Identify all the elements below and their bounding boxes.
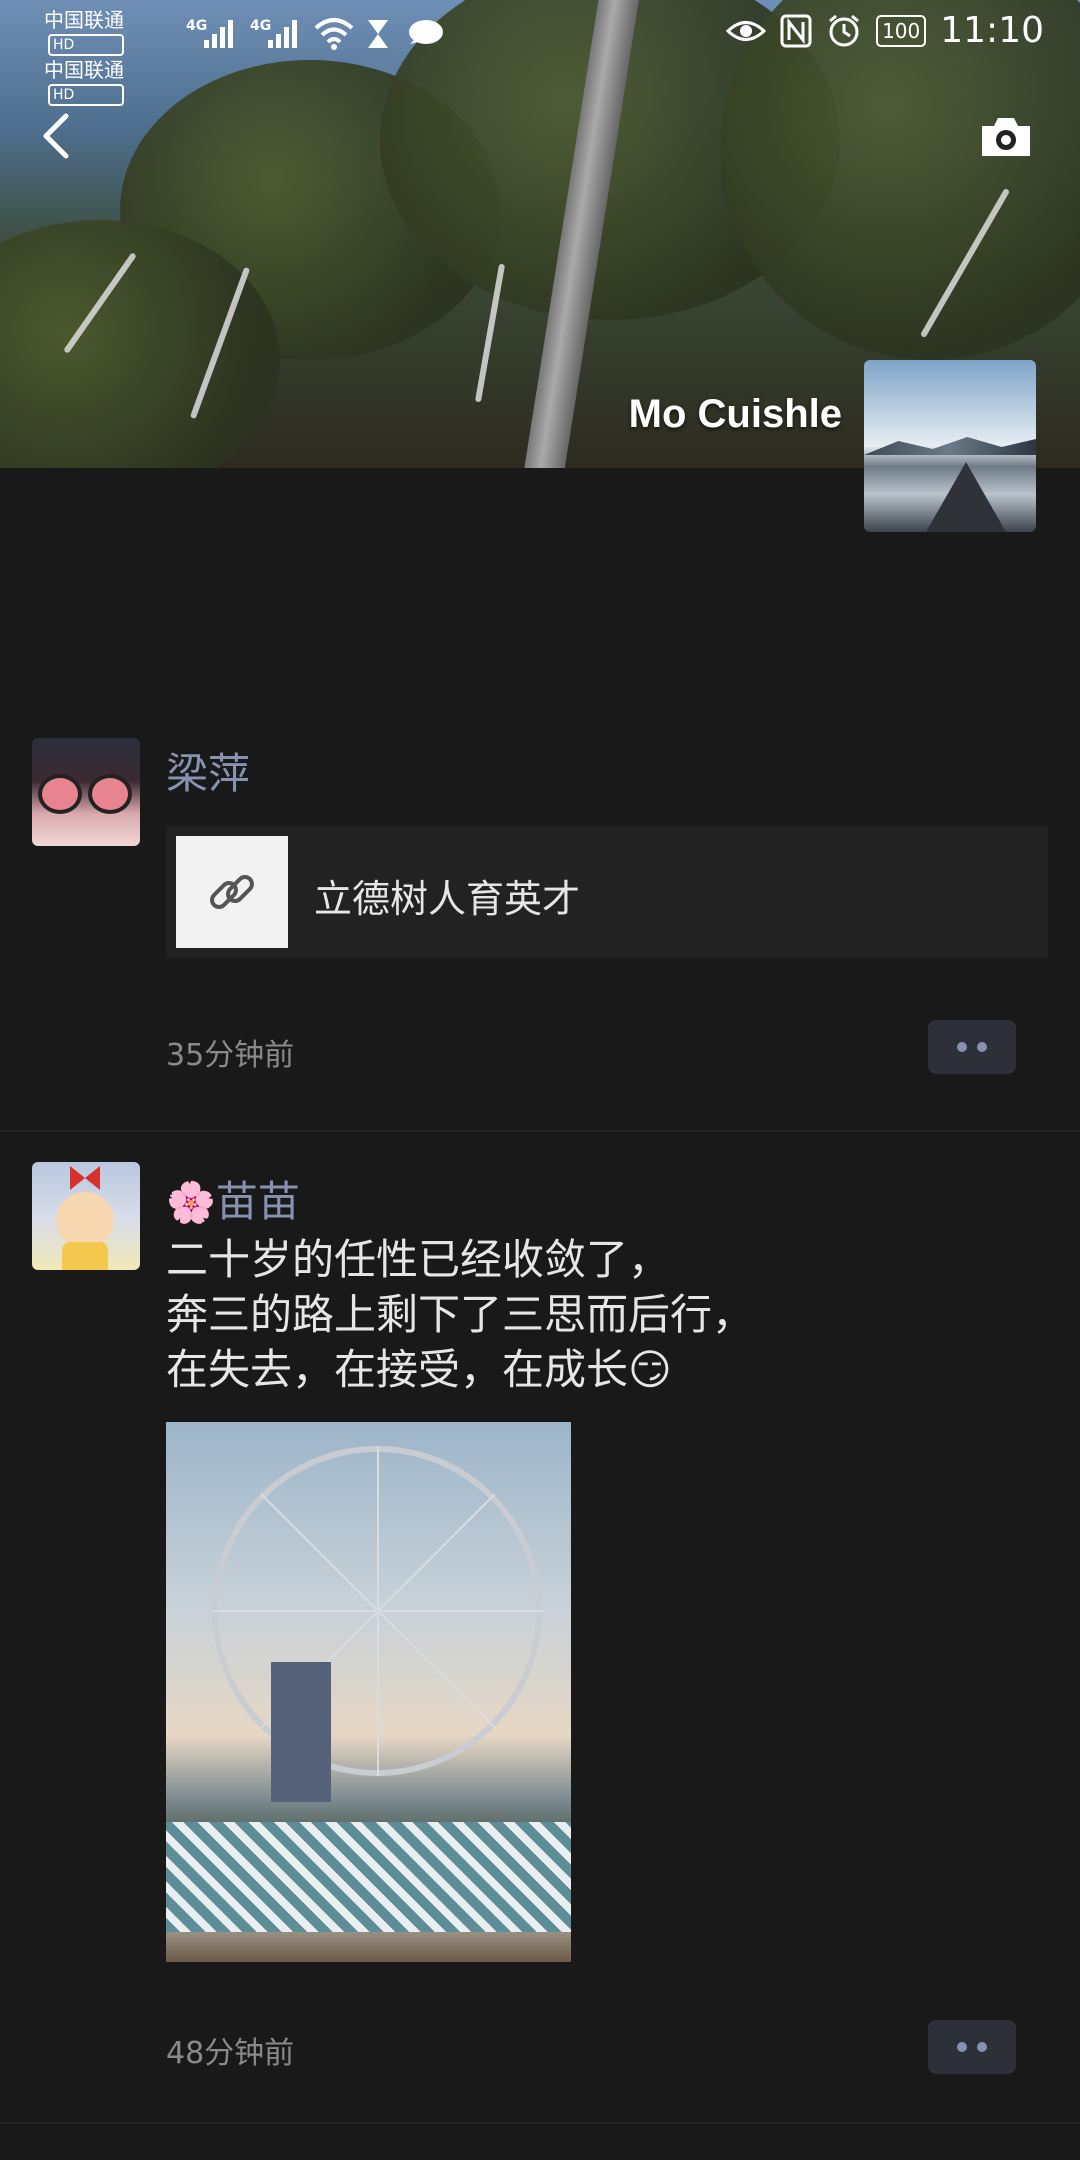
message-bubble-icon [409,20,443,44]
post-timestamp: 35分钟前 [166,1038,295,1073]
profile-avatar[interactable] [864,360,1036,532]
avatar[interactable] [32,738,140,846]
post-text: 二十岁的任性已经收敛了， 奔三的路上剩下了三思而后行， 在失去，在接受，在成长😏 [166,1235,755,1394]
eye-comfort-icon [726,20,767,41]
camera-button[interactable] [978,114,1034,160]
poster-name[interactable]: 🌸苗苗 [166,1168,300,1229]
status-bar: 中国联通 HD 中国联通 HD 4G 4G 100 11:10 [0,0,1080,106]
carrier-info: 中国联通 HD 中国联通 HD [44,6,124,106]
profile-username: Mo Cuishle [628,392,842,436]
alarm-icon [829,14,860,46]
comment-like-button[interactable] [928,2020,1016,2074]
comment-like-button[interactable] [928,1020,1016,1074]
flower-emoji: 🌸 [166,1180,216,1226]
chevron-left-icon [43,113,69,159]
post-timestamp: 48分钟前 [166,2036,295,2071]
moment-post: 梁萍 立德树人育英才 35分钟前 [0,720,1080,1132]
avatar[interactable] [32,1162,140,1270]
poster-name[interactable]: 梁萍 [166,740,250,801]
signal-strength-icon-2 [268,16,297,48]
nfc-icon [780,14,812,47]
shared-link-card[interactable]: 立德树人育英才 [166,826,1048,958]
hourglass-icon [368,20,388,48]
link-icon [210,875,254,909]
link-title: 立德树人育英才 [314,877,581,921]
signal-strength-icon [204,16,233,48]
post-photo[interactable] [166,1422,571,1962]
clock: 11:10 [940,10,1044,51]
battery-icon: 100 [876,14,927,47]
link-thumbnail [176,836,288,948]
back-button[interactable] [36,112,76,160]
wifi-icon [314,18,354,50]
moment-post: 🌸苗苗 二十岁的任性已经收敛了， 奔三的路上剩下了三思而后行， 在失去，在接受，… [0,1132,1080,2124]
